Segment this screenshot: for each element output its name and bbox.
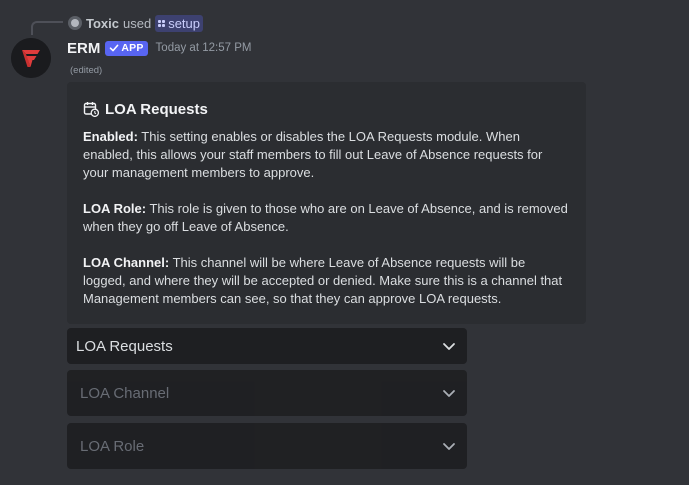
select-placeholder: LOA Channel — [80, 384, 170, 402]
select-loa-channel[interactable]: LOA Channel — [67, 370, 467, 416]
erm-logo-icon[interactable] — [11, 38, 51, 78]
embed-section-loa-channel: LOA Channel: This channel will be where … — [83, 254, 570, 308]
invoking-user-name[interactable]: Toxic — [86, 16, 119, 31]
author-name[interactable]: ERM — [67, 40, 100, 57]
command-usage-line: Toxic used setup — [68, 14, 204, 32]
section-label: Enabled: — [83, 129, 138, 144]
embed-section-loa-role: LOA Role: This role is given to those wh… — [83, 200, 570, 236]
app-badge: APP — [105, 40, 148, 56]
message-root: Toxic used setup ERM APP Today at 12:57 … — [0, 0, 689, 485]
used-verb: used — [123, 15, 152, 31]
section-text: This role is given to those who are on L… — [83, 201, 568, 234]
select-value: LOA Requests — [76, 337, 173, 355]
calendar-clock-icon — [83, 102, 99, 117]
chevron-down-icon — [443, 390, 455, 397]
timestamp[interactable]: Today at 12:57 PM — [156, 42, 252, 54]
chevron-down-icon — [443, 443, 455, 450]
embed-description: Enabled: This setting enables or disable… — [83, 128, 570, 308]
slash-command-icon — [158, 19, 166, 27]
embed-title-text: LOA Requests — [105, 100, 208, 118]
user-mini-avatar[interactable] — [68, 16, 82, 30]
select-loa-role[interactable]: LOA Role — [67, 423, 467, 469]
reply-spine — [31, 21, 63, 35]
command-mention[interactable]: setup — [155, 14, 204, 32]
edited-label: (edited) — [70, 65, 103, 76]
select-placeholder: LOA Role — [80, 437, 145, 455]
chevron-down-icon — [443, 343, 455, 350]
embed-section-enabled: Enabled: This setting enables or disable… — [83, 128, 570, 182]
checkmark-icon — [110, 44, 119, 52]
select-loa-requests[interactable]: LOA Requests — [67, 328, 467, 364]
section-label: LOA Channel: — [83, 255, 170, 270]
message-header: ERM APP Today at 12:57 PM — [67, 38, 251, 58]
section-text: This setting enables or disables the LOA… — [83, 129, 543, 180]
section-label: LOA Role: — [83, 201, 147, 216]
command-name: setup — [168, 15, 201, 31]
embed-title: LOA Requests — [83, 99, 570, 119]
embed: LOA Requests Enabled: This setting enabl… — [67, 82, 586, 324]
app-badge-label: APP — [121, 42, 144, 54]
